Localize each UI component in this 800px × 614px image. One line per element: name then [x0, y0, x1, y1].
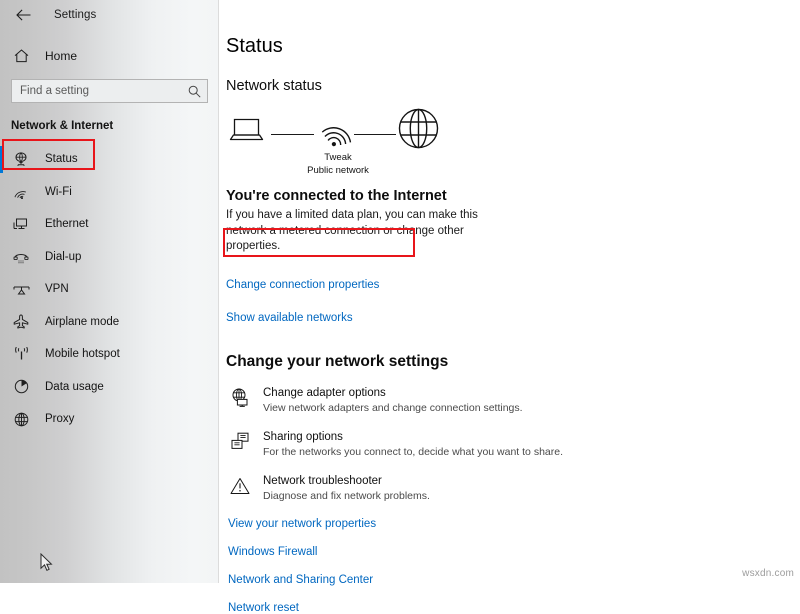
search-box[interactable] [11, 79, 208, 103]
sidebar-group-title: Network & Internet [0, 120, 218, 132]
sidebar-item-home[interactable]: Home [0, 41, 218, 71]
dialup-phone-icon [11, 247, 31, 267]
globe-icon [398, 108, 439, 154]
airplane-icon [11, 312, 31, 332]
option-sharing-options[interactable]: Sharing options For the networks you con… [226, 430, 800, 459]
option-network-troubleshooter[interactable]: Network troubleshooter Diagnose and fix … [226, 474, 800, 503]
mouse-cursor [40, 553, 53, 577]
app-title: Settings [54, 9, 96, 21]
connection-line-right [354, 134, 396, 135]
sidebar-item-dialup[interactable]: Dial-up [0, 241, 218, 274]
option-subtitle: Diagnose and fix network problems. [263, 489, 430, 503]
hotspot-icon [11, 344, 31, 364]
sidebar-item-vpn[interactable]: VPN [0, 273, 218, 306]
network-caption: Tweak Public network [278, 151, 398, 177]
sidebar-item-label: VPN [45, 283, 69, 295]
search-icon[interactable] [187, 84, 201, 98]
main-content: Status Network status [219, 0, 800, 583]
sidebar-item-label: Data usage [45, 381, 104, 393]
back-arrow-icon[interactable] [10, 3, 36, 27]
sidebar-item-label: Proxy [45, 413, 74, 425]
page-title: Status [226, 36, 800, 56]
sidebar-item-mobile-hotspot[interactable]: Mobile hotspot [0, 338, 218, 371]
network-name: Tweak [278, 151, 398, 164]
wifi-icon [11, 182, 31, 202]
sidebar-item-label: Airplane mode [45, 316, 119, 328]
network-status-icon [11, 149, 31, 169]
network-type: Public network [278, 164, 398, 177]
warning-triangle-icon [228, 475, 252, 497]
laptop-icon [229, 117, 264, 148]
wifi-icon [318, 113, 352, 152]
option-title: Change adapter options [263, 386, 523, 400]
adapter-icon [228, 387, 252, 409]
show-available-networks-link[interactable]: Show available networks [226, 312, 353, 324]
change-connection-properties-link[interactable]: Change connection properties [226, 279, 379, 291]
option-change-adapter-options[interactable]: Change adapter options View network adap… [226, 386, 800, 415]
option-title: Sharing options [263, 430, 563, 444]
network-diagram: Tweak Public network [226, 108, 456, 160]
home-icon [11, 46, 31, 66]
network-status-heading: Network status [226, 78, 800, 94]
sidebar-item-label: Wi-Fi [45, 186, 72, 198]
sharing-icon [228, 431, 252, 453]
sidebar-item-wifi[interactable]: Wi-Fi [0, 176, 218, 209]
windows-firewall-link[interactable]: Windows Firewall [228, 546, 800, 558]
sidebar-item-label: Mobile hotspot [45, 348, 120, 360]
settings-window: Settings Home Network & Internet [0, 0, 800, 583]
sidebar-item-status[interactable]: Status [0, 143, 218, 176]
sidebar-item-airplane-mode[interactable]: Airplane mode [0, 306, 218, 339]
option-title: Network troubleshooter [263, 474, 430, 488]
connected-heading: You're connected to the Internet [226, 188, 800, 204]
sidebar-item-proxy[interactable]: Proxy [0, 403, 218, 436]
sidebar-home-label: Home [45, 49, 77, 63]
bottom-links: View your network properties Windows Fir… [226, 518, 800, 614]
network-reset-link[interactable]: Network reset [228, 602, 800, 614]
sidebar-item-label: Dial-up [45, 251, 81, 263]
ethernet-icon [11, 214, 31, 234]
sidebar-nav: Status Wi-Fi [0, 143, 218, 436]
pie-chart-icon [11, 377, 31, 397]
sidebar-item-label: Status [45, 153, 78, 165]
connected-description: If you have a limited data plan, you can… [226, 208, 488, 255]
change-settings-heading: Change your network settings [226, 353, 800, 371]
network-options-list: Change adapter options View network adap… [226, 386, 800, 503]
option-subtitle: View network adapters and change connect… [263, 401, 523, 415]
search-input[interactable] [20, 80, 187, 102]
title-bar: Settings [0, 0, 218, 30]
vpn-icon [11, 279, 31, 299]
globe-icon [11, 409, 31, 429]
sidebar-item-data-usage[interactable]: Data usage [0, 371, 218, 404]
sidebar-item-label: Ethernet [45, 218, 88, 230]
sidebar-item-ethernet[interactable]: Ethernet [0, 208, 218, 241]
selection-indicator [0, 146, 3, 173]
sidebar: Settings Home Network & Internet [0, 0, 219, 583]
network-sharing-center-link[interactable]: Network and Sharing Center [228, 574, 800, 586]
view-network-properties-link[interactable]: View your network properties [228, 518, 800, 530]
connection-line-left [271, 134, 314, 135]
option-subtitle: For the networks you connect to, decide … [263, 445, 563, 459]
watermark: wsxdn.com [742, 568, 794, 579]
